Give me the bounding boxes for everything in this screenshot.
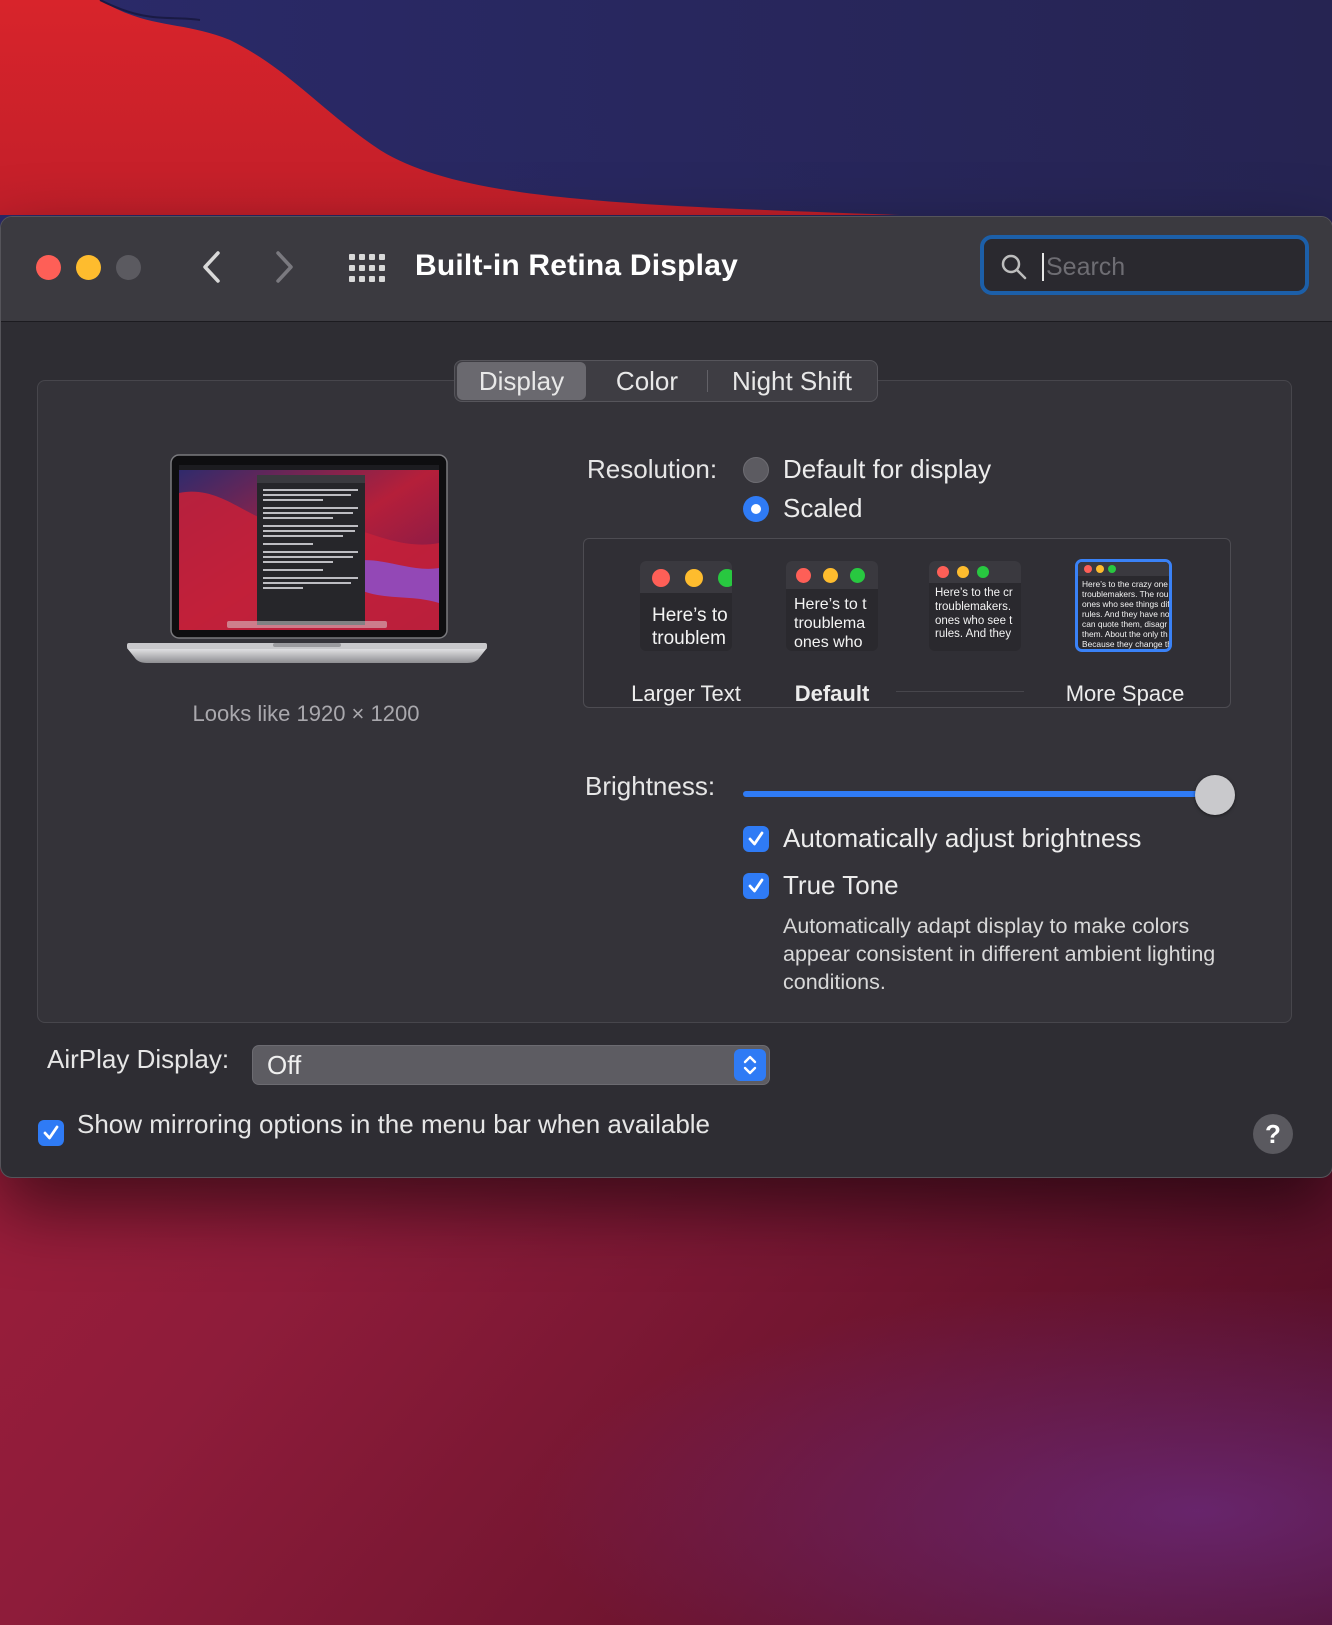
looks-like-resolution: Looks like 1920 × 1200 [192, 701, 420, 726]
grid-icon [349, 254, 385, 282]
radio-scaled[interactable] [743, 496, 769, 522]
auto-brightness-checkbox[interactable] [743, 826, 769, 852]
thumb-dot [1096, 565, 1104, 573]
search-input[interactable] [1044, 247, 1288, 287]
larger-text-label: Larger Text [631, 681, 741, 706]
search-icon [1001, 254, 1027, 280]
chevron-left-icon [203, 251, 220, 283]
scale-option-larger-text[interactable]: Here’s to troublem [640, 561, 732, 651]
window-title: Built-in Retina Display [415, 249, 738, 282]
search-field[interactable] [980, 235, 1309, 295]
checkmark-icon [43, 1125, 59, 1140]
help-button[interactable]: ? [1253, 1114, 1293, 1154]
brightness-label: Brightness: [585, 771, 716, 801]
tab-display[interactable]: Display [457, 362, 586, 400]
title-bar: Built-in Retina Display [1, 217, 1332, 322]
airplay-display-select[interactable]: Off [252, 1045, 770, 1085]
thumb-dot [1108, 565, 1116, 573]
thumb-dot [977, 566, 989, 578]
forward-button[interactable] [268, 247, 302, 287]
checkmark-icon [748, 878, 764, 893]
thumb-dot [718, 569, 732, 587]
show-mirroring-label[interactable]: Show mirroring options in the menu bar w… [77, 1109, 710, 1140]
tab-separator [707, 370, 708, 392]
updown-chevron-icon [734, 1049, 766, 1081]
zoom-button[interactable] [116, 255, 141, 280]
tab-color[interactable]: Color [587, 361, 707, 401]
airplay-display-label: AirPlay Display: [47, 1044, 230, 1074]
scale-option-3[interactable]: Here’s to the cr troublemakers. ones who… [929, 561, 1021, 651]
thumb-sample-text: Here’s to the cr troublemakers. ones who… [935, 587, 1013, 641]
thumb-dot [937, 566, 949, 578]
scale-option-default[interactable]: Here’s to t troublema ones who [786, 561, 878, 651]
more-space-label: More Space [1065, 681, 1185, 706]
tab-night-shift[interactable]: Night Shift [709, 361, 875, 401]
thumb-dot [796, 568, 811, 583]
brightness-slider-knob[interactable] [1195, 775, 1235, 815]
auto-brightness-label[interactable]: Automatically adjust brightness [783, 823, 1141, 854]
thumb-dot [685, 569, 703, 587]
thumb-dot [652, 569, 670, 587]
true-tone-description: Automatically adapt display to make colo… [783, 914, 1216, 994]
scaled-options-panel: Here’s to troublem Here’s to t troublema… [583, 538, 1231, 708]
default-label: Default [794, 681, 870, 706]
system-preferences-window: Built-in Retina Display Display Color Ni… [0, 216, 1332, 1178]
scaled-label[interactable]: Scaled [783, 493, 863, 524]
thumb-dot [957, 566, 969, 578]
true-tone-label[interactable]: True Tone [783, 870, 899, 901]
brightness-slider-track[interactable] [743, 791, 1221, 797]
macbook-preview-image [127, 454, 487, 663]
thumb-dot [1084, 565, 1092, 573]
back-button[interactable] [194, 247, 228, 287]
thumb-sample-text: Here’s to the crazy one troublemakers. T… [1082, 579, 1172, 650]
radio-default-for-display[interactable] [743, 457, 769, 483]
show-all-button[interactable] [347, 251, 387, 285]
chevron-right-icon [276, 251, 293, 283]
scale-divider [896, 691, 1024, 692]
minimize-button[interactable] [76, 255, 101, 280]
scale-option-more-space[interactable]: Here’s to the crazy one troublemakers. T… [1075, 559, 1172, 652]
resolution-label: Resolution: [587, 454, 718, 484]
thumb-dot [823, 568, 838, 583]
true-tone-checkbox[interactable] [743, 873, 769, 899]
thumb-dot [850, 568, 865, 583]
airplay-display-value: Off [267, 1050, 302, 1080]
thumb-sample-text: Here’s to t troublema ones who [794, 596, 867, 651]
default-for-display-label[interactable]: Default for display [783, 454, 991, 485]
show-mirroring-checkbox[interactable] [38, 1120, 64, 1146]
thumb-sample-text: Here’s to troublem [652, 605, 728, 649]
close-button[interactable] [36, 255, 61, 280]
tab-bar: Display Color Night Shift [454, 360, 878, 402]
checkmark-icon [748, 831, 764, 846]
